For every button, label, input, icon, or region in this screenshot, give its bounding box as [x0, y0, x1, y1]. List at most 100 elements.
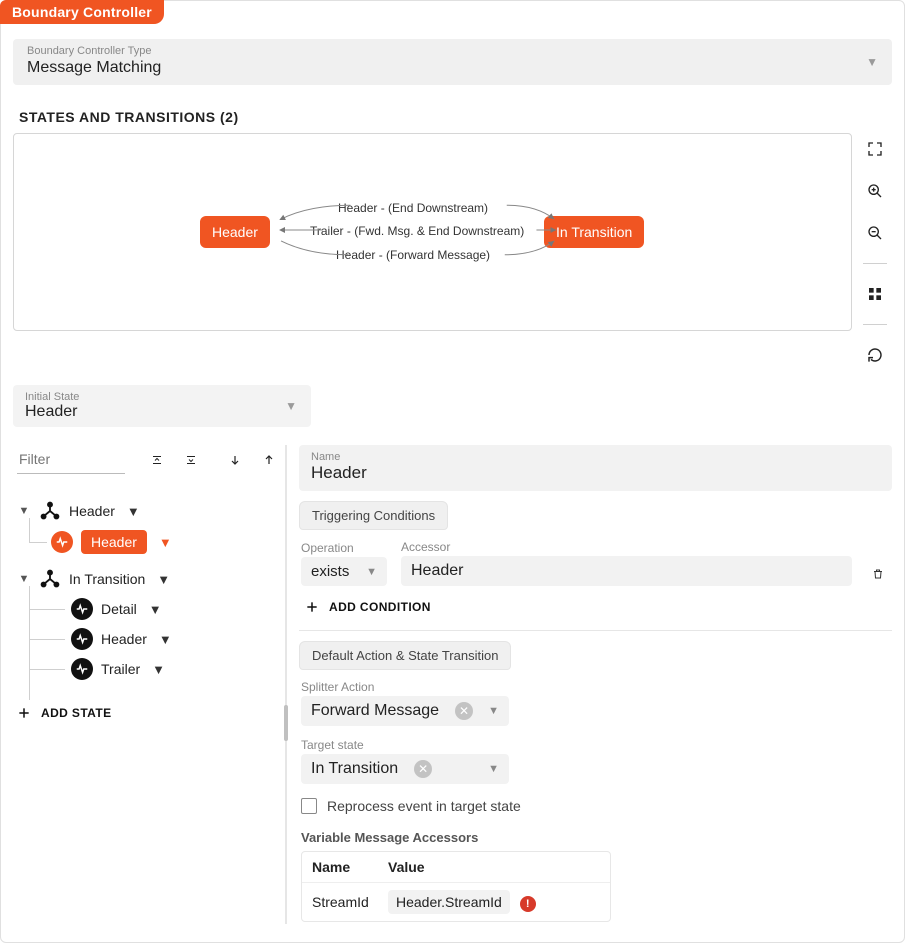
chevron-down-icon: ▼	[866, 55, 878, 69]
chevron-down-icon[interactable]: ▼	[17, 505, 31, 517]
vma-table: Name Value StreamId Header.StreamId !	[301, 851, 611, 922]
vma-row-name: StreamId	[312, 894, 388, 910]
chevron-down-icon: ▼	[366, 566, 377, 578]
triggering-conditions-tab[interactable]: Triggering Conditions	[299, 501, 448, 530]
add-condition-label: ADD CONDITION	[329, 600, 431, 614]
name-label: Name	[311, 451, 880, 463]
pulse-icon	[71, 598, 93, 620]
target-label: Target state	[301, 738, 509, 752]
controller-type-value: Message Matching	[27, 59, 161, 76]
hub-icon	[39, 568, 61, 590]
fullscreen-icon[interactable]	[861, 135, 889, 163]
add-state-label: ADD STATE	[41, 706, 112, 720]
add-state-button[interactable]: ADD STATE	[13, 706, 275, 720]
clear-icon[interactable]: ✕	[455, 702, 473, 720]
plus-icon	[17, 706, 31, 720]
vma-value-input[interactable]: Header.StreamId	[388, 890, 510, 914]
controller-type-select[interactable]: Boundary Controller Type Message Matchin…	[13, 39, 892, 85]
boundary-controller-badge: Boundary Controller	[0, 0, 164, 24]
expand-all-icon[interactable]	[145, 448, 169, 472]
vma-header-row: Name Value	[302, 852, 610, 883]
operation-select[interactable]: exists ▼	[301, 557, 387, 586]
vma-head-name: Name	[312, 859, 388, 875]
resize-handle[interactable]	[284, 705, 288, 741]
reprocess-label: Reprocess event in target state	[327, 798, 521, 814]
sort-down-icon[interactable]	[223, 448, 247, 472]
operation-field: Operation exists ▼	[301, 541, 387, 586]
tree-node-label: Trailer	[101, 661, 140, 677]
vma-value-text: Header.StreamId	[396, 894, 502, 910]
reprocess-checkbox[interactable]: Reprocess event in target state	[301, 798, 890, 814]
divider	[299, 630, 892, 631]
tree-node-header-child[interactable]: Header ▼	[13, 526, 275, 558]
checkbox-icon	[301, 798, 317, 814]
detail-panel: Name Header Triggering Conditions Operat…	[285, 445, 892, 924]
tree-node-label: Header	[101, 631, 147, 647]
operation-label: Operation	[301, 541, 387, 555]
row-menu-icon[interactable]: ▼	[145, 602, 166, 617]
states-transitions-title: STATES AND TRANSITIONS (2)	[19, 109, 892, 125]
row-menu-icon[interactable]: ▼	[155, 632, 176, 647]
vma-data-row: StreamId Header.StreamId !	[302, 883, 610, 921]
triggering-conditions-body: Operation exists ▼ Accessor Header	[299, 530, 892, 616]
diagram-toolbar	[858, 133, 892, 369]
tree-node-label: Header	[69, 503, 115, 519]
default-action-body: Splitter Action Forward Message ✕ ▼ Targ…	[299, 670, 892, 924]
target-value: In Transition	[311, 760, 398, 778]
chevron-down-icon: ▼	[488, 705, 499, 717]
zoom-in-icon[interactable]	[861, 177, 889, 205]
tree-node-detail[interactable]: Detail ▼	[13, 594, 275, 624]
accessor-field: Accessor Header	[401, 540, 852, 586]
collapse-all-icon[interactable]	[179, 448, 203, 472]
error-icon[interactable]: !	[520, 896, 536, 912]
vma-head-value: Value	[388, 859, 600, 875]
tree-node-label: In Transition	[69, 571, 145, 587]
zoom-out-icon[interactable]	[861, 219, 889, 247]
row-menu-icon[interactable]: ▼	[155, 535, 176, 550]
filter-input[interactable]	[17, 445, 125, 474]
delete-condition-icon[interactable]	[866, 562, 890, 586]
name-field[interactable]: Name Header	[299, 445, 892, 491]
target-state-field: Target state In Transition ✕ ▼	[301, 738, 509, 784]
state-tree-panel: ▼ Header ▼ Header ▼ ▼ In Trans	[13, 445, 275, 924]
row-menu-icon[interactable]: ▼	[148, 662, 169, 677]
clear-icon[interactable]: ✕	[414, 760, 432, 778]
filter-input-wrap	[17, 445, 125, 474]
row-menu-icon[interactable]: ▼	[123, 504, 144, 519]
tree-node-in-transition[interactable]: ▼ In Transition ▼	[13, 564, 275, 594]
controller-type-label: Boundary Controller Type	[27, 45, 878, 57]
tree-toolbar	[13, 445, 275, 482]
sort-up-icon[interactable]	[257, 448, 281, 472]
vma-value-cell: Header.StreamId !	[388, 890, 600, 914]
chevron-down-icon[interactable]: ▼	[17, 573, 31, 585]
default-action-tab[interactable]: Default Action & State Transition	[299, 641, 511, 670]
splitter-action-select[interactable]: Forward Message ✕ ▼	[301, 696, 509, 726]
chevron-down-icon: ▼	[488, 763, 499, 775]
add-condition-button[interactable]: ADD CONDITION	[301, 600, 890, 614]
initial-state-label: Initial State	[25, 391, 299, 403]
diagram-arrows	[14, 134, 851, 330]
accessor-input[interactable]: Header	[401, 556, 852, 586]
operation-value: exists	[311, 563, 349, 580]
lower-split: ▼ Header ▼ Header ▼ ▼ In Trans	[13, 445, 892, 924]
target-state-select[interactable]: In Transition ✕ ▼	[301, 754, 509, 784]
splitter-action-field: Splitter Action Forward Message ✕ ▼	[301, 680, 509, 726]
row-menu-icon[interactable]: ▼	[153, 572, 174, 587]
initial-state-select[interactable]: Initial State Header ▼	[13, 385, 311, 427]
tree-node-trailer[interactable]: Trailer ▼	[13, 654, 275, 684]
accessor-value: Header	[411, 562, 463, 580]
accessor-label: Accessor	[401, 540, 852, 554]
refresh-icon[interactable]	[861, 341, 889, 369]
plus-icon	[305, 600, 319, 614]
diagram-region: Header In Transition Header - (End Downs…	[13, 133, 892, 369]
layout-icon[interactable]	[861, 280, 889, 308]
splitter-label: Splitter Action	[301, 680, 509, 694]
tree-node-label: Header	[81, 530, 147, 554]
vma-title: Variable Message Accessors	[301, 830, 890, 845]
pulse-icon	[51, 531, 73, 553]
pulse-icon	[71, 658, 93, 680]
state-diagram[interactable]: Header In Transition Header - (End Downs…	[13, 133, 852, 331]
tree-node-header2[interactable]: Header ▼	[13, 624, 275, 654]
state-tree: ▼ Header ▼ Header ▼ ▼ In Trans	[13, 496, 275, 684]
tree-node-header[interactable]: ▼ Header ▼	[13, 496, 275, 526]
